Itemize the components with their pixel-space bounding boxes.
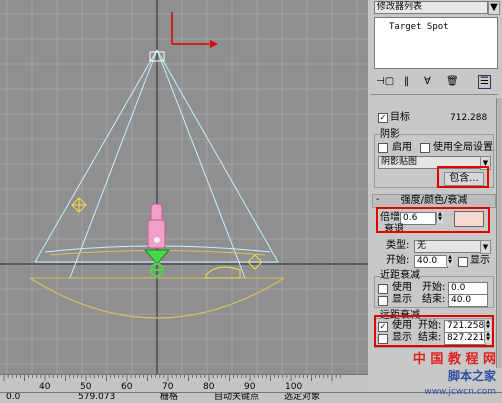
near-use-label: 使用 bbox=[392, 282, 412, 293]
decay-start-value: 40.0 bbox=[417, 256, 438, 266]
show-end-result-icon[interactable]: ‖ bbox=[404, 76, 409, 88]
axis-gizmo bbox=[171, 12, 218, 48]
watermark-line2: www.jcwcn.com bbox=[424, 387, 496, 397]
target-checkbox[interactable]: ✓ bbox=[378, 113, 388, 123]
modifier-list-label: 修改器列表 bbox=[377, 2, 423, 12]
modifier-list-dropdown[interactable]: 修改器列表 bbox=[374, 1, 488, 14]
timeline-ruler[interactable]: 40 50 60 70 80 90 100 bbox=[0, 374, 368, 393]
status-coord-value[interactable]: 579.073 bbox=[78, 393, 115, 403]
near-show-checkbox[interactable] bbox=[378, 296, 388, 306]
near-end-value: 40.0 bbox=[451, 295, 472, 305]
modifier-stack[interactable]: Target Spot bbox=[374, 17, 498, 69]
shadow-global-label: 使用全局设置 bbox=[433, 142, 493, 153]
make-unique-icon[interactable]: ∀ bbox=[424, 76, 431, 88]
pin-icon[interactable]: ⊣▢ bbox=[376, 76, 394, 88]
status-autokey-label[interactable]: 自动关键点 bbox=[214, 393, 259, 403]
target-distance-value: 712.288 bbox=[450, 113, 488, 123]
near-start-label: 开始: bbox=[422, 282, 446, 293]
target-roll-shape bbox=[205, 266, 241, 279]
status-left-value: 0.0 bbox=[6, 392, 21, 402]
viewport-grid bbox=[0, 0, 368, 374]
near-end-input[interactable]: 40.0 bbox=[448, 294, 488, 307]
shadow-enabled-checkbox[interactable] bbox=[378, 143, 388, 153]
multiplier-highlight bbox=[376, 207, 490, 233]
shadow-group-title: 阴影 bbox=[380, 129, 400, 141]
intensity-rollout-header[interactable]: 强度/颜色/衰减 bbox=[372, 194, 496, 208]
command-panel: 修改器列表 ▼ Target Spot ⊣▢ ‖ ∀ 🗑 ☰ ✓ 目标 712.… bbox=[368, 0, 502, 374]
target-label: 目标 bbox=[390, 112, 410, 123]
decay-show-label: 显示 bbox=[470, 255, 490, 266]
near-start-value: 0.0 bbox=[451, 283, 466, 293]
shadow-enabled-label: 启用 bbox=[392, 142, 412, 153]
viewport-canvas[interactable] bbox=[0, 0, 368, 374]
decay-type-label: 类型: bbox=[386, 240, 410, 251]
decay-show-checkbox[interactable] bbox=[458, 257, 468, 267]
near-end-label: 结束: bbox=[422, 294, 446, 305]
watermark-sub: 脚本之家 bbox=[447, 369, 496, 383]
decay-type-dropdown[interactable]: 无 bbox=[414, 240, 482, 253]
status-grid-label: 栅格 bbox=[160, 392, 179, 402]
decay-start-spinner[interactable]: ▲ ▼ bbox=[446, 255, 453, 266]
decay-start-label: 开始: bbox=[386, 255, 410, 266]
near-show-label: 显示 bbox=[392, 294, 412, 305]
stack-toolbar: ⊣▢ ‖ ∀ 🗑 ☰ bbox=[374, 74, 496, 90]
target-marker-left bbox=[71, 197, 87, 213]
modifier-list-arrow[interactable]: ▼ bbox=[488, 1, 500, 15]
decay-type-value: 无 bbox=[417, 241, 427, 251]
rollout-collapse-icon: - bbox=[376, 194, 380, 205]
near-use-checkbox[interactable] bbox=[378, 284, 388, 294]
panel-scrollbar[interactable] bbox=[496, 98, 502, 368]
watermark: 中 国 教 程 网 脚本之家 www.jcwcn.com bbox=[376, 350, 500, 402]
far-atten-highlight bbox=[374, 315, 494, 347]
viewport[interactable] bbox=[0, 0, 369, 374]
shadow-global-checkbox[interactable] bbox=[420, 143, 430, 153]
near-atten-group-title: 近距衰减 bbox=[380, 270, 420, 282]
intensity-rollout-title: 强度/颜色/衰减 bbox=[400, 195, 468, 206]
watermark-line1: 中 国 教 程 网 bbox=[412, 352, 496, 367]
decay-start-input[interactable]: 40.0 bbox=[414, 255, 448, 268]
remove-modifier-icon[interactable]: 🗑 bbox=[446, 76, 459, 88]
configure-sets-icon[interactable]: ☰ bbox=[478, 75, 491, 89]
status-selected-label[interactable]: 选定对象 bbox=[284, 393, 320, 403]
panel-divider bbox=[370, 94, 498, 95]
shadow-type-value: 阴影贴图 bbox=[381, 157, 418, 167]
stack-item-target-spot[interactable]: Target Spot bbox=[389, 21, 449, 33]
decay-type-arrow[interactable]: ▼ bbox=[480, 240, 491, 254]
timeline-ticks bbox=[3, 375, 341, 381]
include-button-highlight bbox=[437, 166, 489, 188]
